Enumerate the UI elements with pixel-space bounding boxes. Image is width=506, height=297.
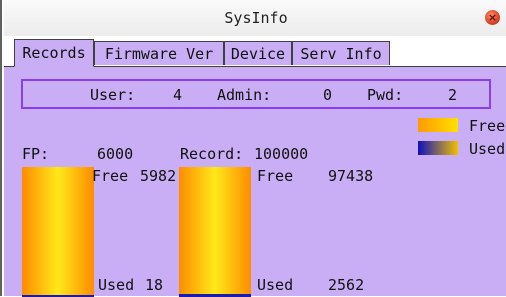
legend-used-swatch [418,141,458,155]
record-capacity: 100000 [254,145,309,163]
fp-usage-bar [22,167,94,297]
tab-firmware-ver[interactable]: Firmware Ver [94,41,224,65]
fp-label: FP: [22,145,50,163]
pwd-value: 2 [448,86,458,104]
record-free-value: 97438 [328,167,374,185]
fp-used-label: Used [98,276,135,294]
record-label: Record: [180,145,244,163]
user-label: User: [90,86,136,104]
tab-serv-info[interactable]: Serv Info [292,41,390,65]
tab-records[interactable]: Records [14,39,94,67]
record-used-value: 2562 [328,276,365,294]
window-title: SysInfo [224,9,288,27]
fp-used-value: 18 [145,276,164,294]
admin-value: 0 [323,86,333,104]
title-bar[interactable]: SysInfo × [4,0,506,37]
pwd-label: Pwd: [367,86,404,104]
user-summary-box: User: 4 Admin: 0 Pwd: 2 [21,79,491,109]
fp-capacity: 6000 [97,145,134,163]
tab-device[interactable]: Device [224,41,292,65]
record-used-label: Used [257,276,294,294]
legend-free-swatch [418,118,458,132]
record-usage-bar [179,167,251,297]
user-value: 4 [173,86,183,104]
records-panel: User: 4 Admin: 0 Pwd: 2 Free Used FP: 60… [4,66,506,297]
legend-free-label: Free [469,117,506,135]
tab-strip: Records Firmware Ver Device Serv Info [4,36,506,67]
sysinfo-window: SysInfo × Records Firmware Ver Device Se… [0,0,506,297]
close-icon[interactable]: × [485,10,500,25]
record-free-label: Free [257,167,294,185]
admin-label: Admin: [217,86,272,104]
fp-free-value: 5982 [140,167,177,185]
fp-free-label: Free [92,167,129,185]
legend-used-label: Used [469,140,506,158]
